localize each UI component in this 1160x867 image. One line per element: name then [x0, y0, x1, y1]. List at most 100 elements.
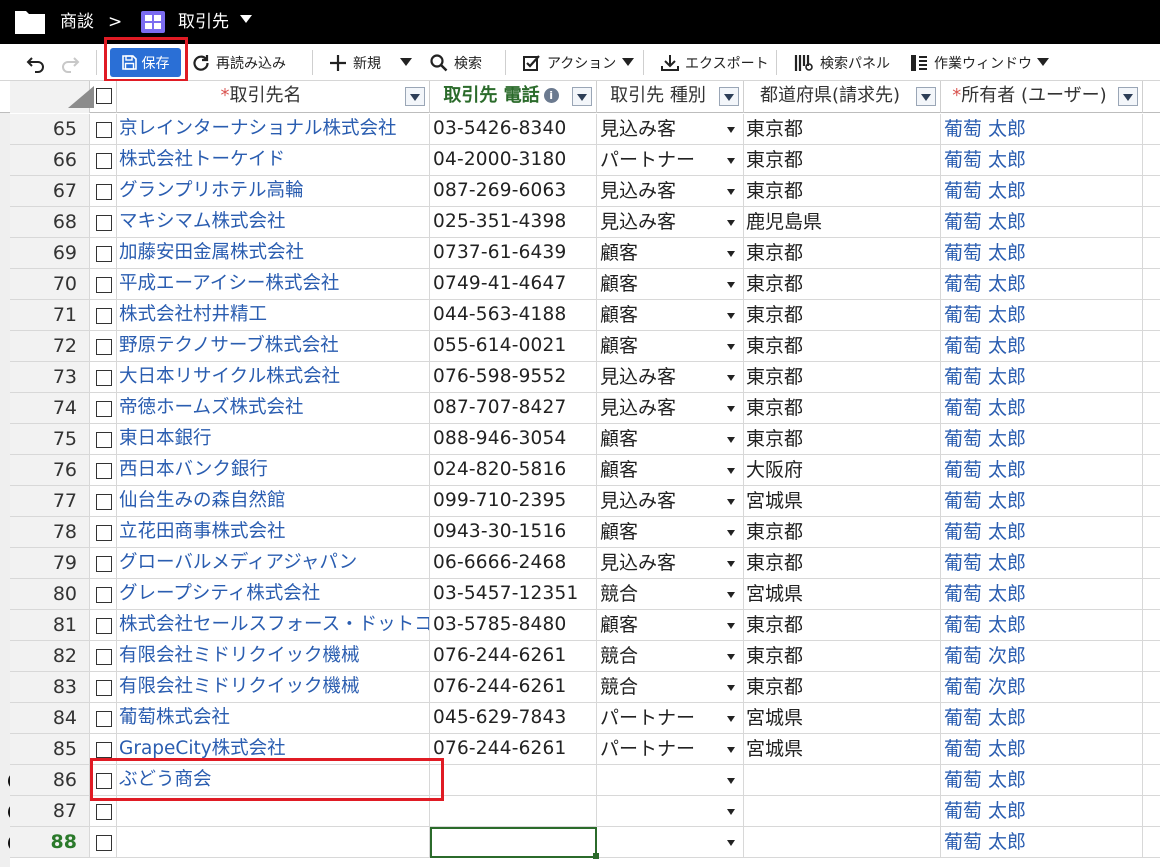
table-row[interactable]: 88 葡萄 太郎	[0, 827, 1160, 858]
row-checkbox[interactable]	[96, 401, 112, 417]
row-select-cell[interactable]	[90, 114, 117, 145]
table-row[interactable]: 85 GrapeCity株式会社 076-244-6261 パートナー 宮城県 葡萄 太郎	[0, 734, 1160, 765]
owner-cell[interactable]: 葡萄 太郎	[941, 734, 1143, 765]
account-type-cell[interactable]: 競合	[597, 579, 744, 610]
prefecture-cell[interactable]: 東京都	[744, 548, 941, 579]
prefecture-cell[interactable]: 鹿児島県	[744, 207, 941, 238]
row-select-cell[interactable]	[90, 610, 117, 641]
row-checkbox[interactable]	[96, 804, 112, 820]
account-name-cell[interactable]: 葡萄株式会社	[117, 703, 430, 734]
owner-cell[interactable]: 葡萄 太郎	[941, 765, 1143, 796]
prefecture-cell[interactable]: 東京都	[744, 238, 941, 269]
owner-cell[interactable]: 葡萄 太郎	[941, 238, 1143, 269]
table-row[interactable]: 74 帝徳ホームズ株式会社 087-707-8427 見込み客 東京都 葡萄 太郎	[0, 393, 1160, 424]
phone-cell[interactable]	[430, 765, 597, 796]
prefecture-cell[interactable]: 東京都	[744, 362, 941, 393]
account-name-cell[interactable]: 有限会社ミドリクイック機械	[117, 672, 430, 703]
action-button[interactable]: アクション	[523, 44, 635, 81]
row-select-cell[interactable]	[90, 517, 117, 548]
phone-cell[interactable]: 03-5785-8480	[430, 610, 597, 641]
phone-cell[interactable]: 0943-30-1516	[430, 517, 597, 548]
chevron-down-icon[interactable]	[727, 437, 735, 443]
phone-cell[interactable]: 0749-41-4647	[430, 269, 597, 300]
account-type-cell[interactable]: パートナー	[597, 734, 744, 765]
chevron-down-icon[interactable]	[727, 406, 735, 412]
chevron-down-icon[interactable]	[727, 375, 735, 381]
account-type-cell[interactable]: 競合	[597, 672, 744, 703]
table-row[interactable]: 80 グレープシティ株式会社 03-5457-12351 競合 宮城県 葡萄 太郎	[0, 579, 1160, 610]
account-type-cell[interactable]: 顧客	[597, 238, 744, 269]
breadcrumb-current[interactable]: 取引先	[178, 11, 229, 33]
chevron-down-icon[interactable]	[240, 15, 252, 23]
account-type-cell[interactable]: 顧客	[597, 300, 744, 331]
account-name-cell[interactable]: グローバルメディアジャパン	[117, 548, 430, 579]
prefecture-cell[interactable]: 東京都	[744, 176, 941, 207]
chevron-down-icon[interactable]	[727, 840, 735, 846]
row-select-cell[interactable]	[90, 393, 117, 424]
row-checkbox[interactable]	[96, 370, 112, 386]
row-select-cell[interactable]	[90, 455, 117, 486]
info-icon[interactable]: i	[543, 88, 559, 103]
account-name-cell[interactable]: グレープシティ株式会社	[117, 579, 430, 610]
prefecture-cell[interactable]: 宮城県	[744, 734, 941, 765]
table-row[interactable]: 81 株式会社セールスフォース・ドットコム 03-5785-8480 顧客 東京都 葡萄 …	[0, 610, 1160, 641]
prefecture-cell[interactable]: 東京都	[744, 145, 941, 176]
prefecture-cell[interactable]	[744, 827, 941, 858]
new-dropdown-button[interactable]	[400, 44, 412, 81]
account-name-cell[interactable]	[117, 796, 430, 827]
prefecture-cell[interactable]: 東京都	[744, 610, 941, 641]
table-row[interactable]: 78 立花田商事株式会社 0943-30-1516 顧客 東京都 葡萄 太郎	[0, 517, 1160, 548]
owner-cell[interactable]: 葡萄 太郎	[941, 827, 1143, 858]
export-button[interactable]: エクスポート	[661, 44, 769, 81]
chevron-down-icon[interactable]	[727, 716, 735, 722]
row-select-cell[interactable]	[90, 703, 117, 734]
phone-cell[interactable]: 076-598-9552	[430, 362, 597, 393]
chevron-down-icon[interactable]	[727, 592, 735, 598]
row-select-cell[interactable]	[90, 548, 117, 579]
search-button[interactable]: 検索	[430, 44, 482, 81]
chevron-down-icon[interactable]	[727, 251, 735, 257]
account-name-cell[interactable]: 株式会社トーケイド	[117, 145, 430, 176]
account-type-cell[interactable]: 顧客	[597, 455, 744, 486]
row-select-cell[interactable]	[90, 176, 117, 207]
account-type-cell[interactable]: 見込み客	[597, 114, 744, 145]
account-type-cell[interactable]: 顧客	[597, 424, 744, 455]
account-name-cell[interactable]: グランプリホテル高輪	[117, 176, 430, 207]
column-filter-dropdown[interactable]	[1118, 87, 1138, 106]
account-name-cell[interactable]: 大日本リサイクル株式会社	[117, 362, 430, 393]
chevron-down-icon[interactable]	[727, 189, 735, 195]
account-name-cell[interactable]: 野原テクノサーブ株式会社	[117, 331, 430, 362]
reload-button[interactable]: 再読み込み	[192, 44, 286, 81]
column-header-owner[interactable]: *所有者 (ユーザー)	[941, 81, 1143, 113]
row-checkbox[interactable]	[96, 339, 112, 355]
row-checkbox[interactable]	[96, 649, 112, 665]
prefecture-cell[interactable]: 東京都	[744, 114, 941, 145]
row-checkbox[interactable]	[96, 432, 112, 448]
account-name-cell[interactable]: 有限会社ミドリクイック機械	[117, 641, 430, 672]
prefecture-cell[interactable]: 東京都	[744, 641, 941, 672]
column-header-type[interactable]: 取引先 種別	[597, 81, 744, 113]
phone-cell[interactable]	[430, 796, 597, 827]
account-type-cell[interactable]: 競合	[597, 641, 744, 672]
row-checkbox[interactable]	[96, 463, 112, 479]
row-checkbox[interactable]	[96, 246, 112, 262]
owner-cell[interactable]: 葡萄 太郎	[941, 548, 1143, 579]
account-name-cell[interactable]	[117, 827, 430, 858]
chevron-down-icon[interactable]	[727, 344, 735, 350]
row-select-cell[interactable]	[90, 827, 117, 858]
account-name-cell[interactable]: 立花田商事株式会社	[117, 517, 430, 548]
row-select-cell[interactable]	[90, 579, 117, 610]
account-name-cell[interactable]: 仙台生みの森自然館	[117, 486, 430, 517]
table-row[interactable]: 86 ぶどう商会 葡萄 太郎	[0, 765, 1160, 796]
prefecture-cell[interactable]: 宮城県	[744, 579, 941, 610]
row-select-cell[interactable]	[90, 331, 117, 362]
row-checkbox[interactable]	[96, 587, 112, 603]
chevron-down-icon[interactable]	[727, 313, 735, 319]
owner-cell[interactable]: 葡萄 太郎	[941, 455, 1143, 486]
table-row[interactable]: 66 株式会社トーケイド 04-2000-3180 パートナー 東京都 葡萄 太郎	[0, 145, 1160, 176]
select-all-corner[interactable]	[10, 81, 94, 113]
column-filter-dropdown[interactable]	[572, 87, 592, 106]
undo-button[interactable]	[26, 44, 46, 81]
account-type-cell[interactable]	[597, 765, 744, 796]
phone-cell[interactable]: 03-5426-8340	[430, 114, 597, 145]
